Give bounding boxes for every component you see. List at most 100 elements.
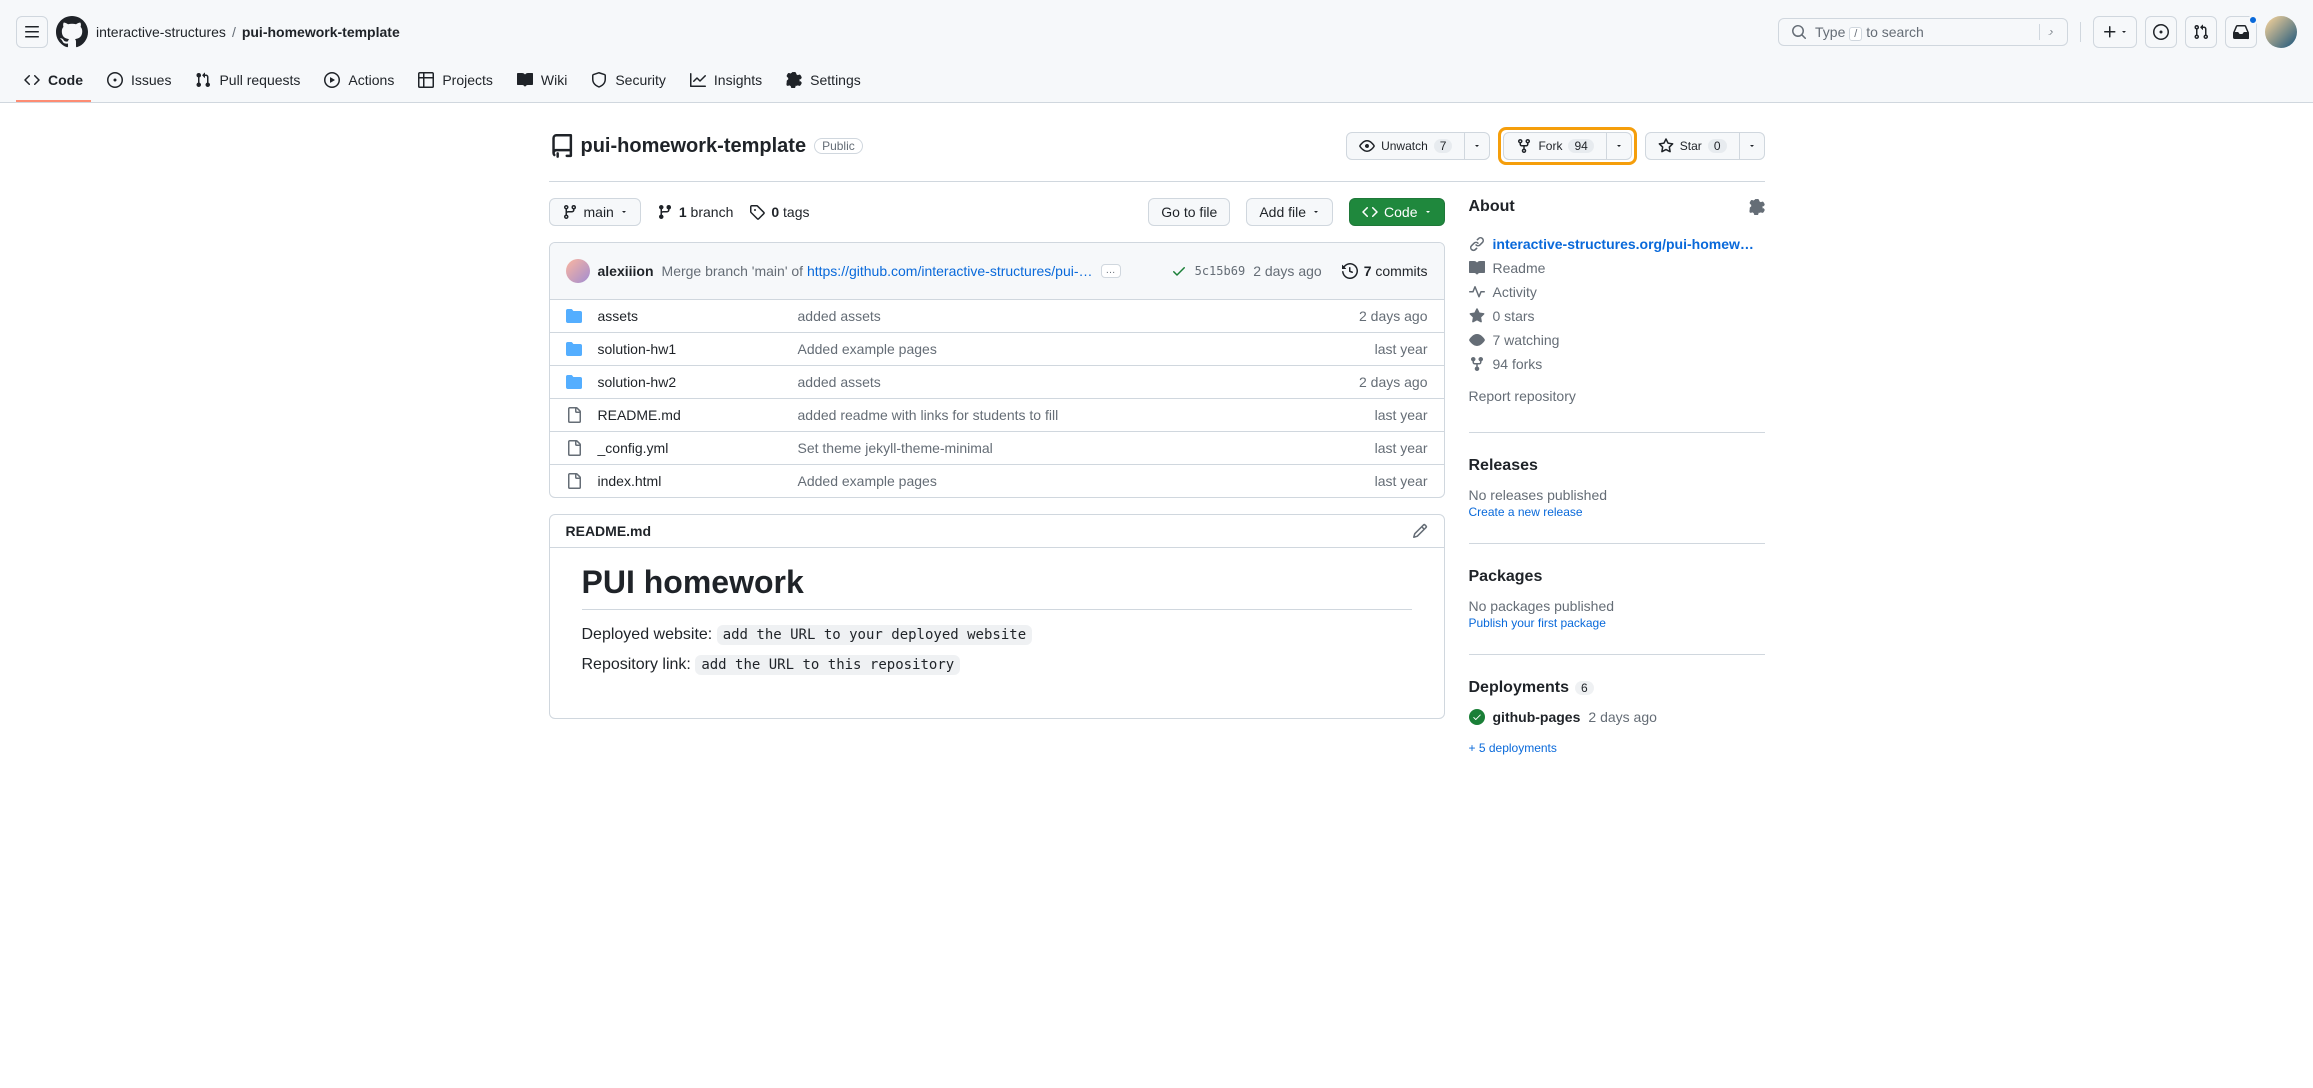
branch-select[interactable]: main [549,198,641,226]
pulse-icon [1469,284,1485,300]
tags-link[interactable]: 0 tags [749,204,809,220]
commits-link[interactable]: 7 commits [1342,263,1428,279]
about-readme[interactable]: Readme [1469,256,1765,280]
pull-request-icon [195,72,211,88]
tab-projects[interactable]: Projects [410,64,501,102]
file-name[interactable]: index.html [598,473,798,489]
file-commit-message[interactable]: added assets [798,374,1360,390]
about-forks[interactable]: 94 forks [1469,352,1765,376]
report-repository[interactable]: Report repository [1469,384,1765,408]
fork-button-group: Fork 94 [1503,132,1631,160]
tag-icon [749,204,765,220]
file-commit-message[interactable]: Added example pages [798,473,1375,489]
file-name[interactable]: _config.yml [598,440,798,456]
readme-box: README.md PUI homework Deployed website:… [549,514,1445,719]
packages-title[interactable]: Packages [1469,568,1765,586]
repo-tabs: Code Issues Pull requests Actions Projec… [0,64,2313,102]
file-time: 2 days ago [1359,308,1428,324]
file-row: index.htmlAdded example pageslast year [550,465,1444,497]
file-name[interactable]: README.md [598,407,798,423]
unwatch-button[interactable]: Unwatch 7 [1346,132,1465,160]
deployments-title[interactable]: Deployments6 [1469,679,1765,697]
branches-link[interactable]: 1 branch [657,204,734,220]
more-deployments-link[interactable]: + 5 deployments [1469,741,1765,755]
file-commit-message[interactable]: added assets [798,308,1360,324]
about-watching[interactable]: 7 watching [1469,328,1765,352]
create-new-button[interactable] [2093,16,2137,48]
tab-wiki[interactable]: Wiki [509,64,575,102]
command-palette-icon[interactable] [2039,24,2055,40]
file-name[interactable]: solution-hw1 [598,341,798,357]
tab-insights[interactable]: Insights [682,64,770,102]
create-release-link[interactable]: Create a new release [1469,505,1583,519]
folder-icon [566,308,582,324]
tab-pull-requests[interactable]: Pull requests [187,64,308,102]
eye-icon [1359,138,1375,154]
watch-button-group: Unwatch 7 [1346,132,1490,160]
tab-security[interactable]: Security [583,64,674,102]
book-icon [517,72,533,88]
file-commit-message[interactable]: added readme with links for students to … [798,407,1375,423]
hamburger-menu[interactable] [16,16,48,48]
file-browser: alexiiion Merge branch 'main' of https:/… [549,242,1445,498]
goto-file-button[interactable]: Go to file [1148,198,1230,226]
file-commit-message[interactable]: Set theme jekyll-theme-minimal [798,440,1375,456]
file-name[interactable]: solution-hw2 [598,374,798,390]
tab-code[interactable]: Code [16,64,91,102]
tab-settings[interactable]: Settings [778,64,869,102]
fork-button[interactable]: Fork 94 [1503,132,1606,160]
about-url[interactable]: interactive-structures.org/pui-homew… [1469,232,1765,256]
gear-icon[interactable] [1749,199,1765,215]
fork-caret[interactable] [1607,132,1632,160]
folder-icon [566,341,582,357]
about-activity[interactable]: Activity [1469,280,1765,304]
check-icon[interactable] [1171,263,1187,279]
user-avatar[interactable] [2265,16,2297,48]
commit-hash[interactable]: 5c15b69 [1195,264,1246,278]
commit-expand-button[interactable]: … [1101,264,1121,278]
github-logo[interactable] [56,16,88,48]
commit-message[interactable]: Merge branch 'main' of https://github.co… [662,263,1093,279]
chevron-down-icon [1748,142,1756,150]
publish-package-link[interactable]: Publish your first package [1469,616,1606,630]
play-icon [324,72,340,88]
issues-button[interactable] [2145,16,2177,48]
link-icon [1469,236,1485,252]
issue-icon [107,72,123,88]
pencil-icon[interactable] [1412,523,1428,539]
issue-icon [2153,24,2169,40]
star-icon [1658,138,1674,154]
pull-requests-button[interactable] [2185,16,2217,48]
readme-deployed-line: Deployed website: add the URL to your de… [582,626,1412,644]
plus-icon [2102,24,2118,40]
shield-icon [591,72,607,88]
code-button[interactable]: Code [1349,198,1444,226]
star-button[interactable]: Star 0 [1645,132,1740,160]
file-name[interactable]: assets [598,308,798,324]
add-file-button[interactable]: Add file [1246,198,1333,226]
breadcrumb-owner[interactable]: interactive-structures [96,24,226,40]
history-icon [1342,263,1358,279]
deployment-row[interactable]: github-pages 2 days ago [1469,709,1765,725]
file-icon [566,473,582,489]
folder-icon [566,374,582,390]
notifications-button[interactable] [2225,16,2257,48]
tab-issues[interactable]: Issues [99,64,179,102]
graph-icon [690,72,706,88]
releases-title[interactable]: Releases [1469,457,1765,475]
file-row: solution-hw2added assets2 days ago [550,366,1444,399]
readme-filename[interactable]: README.md [566,523,652,539]
about-stars[interactable]: 0 stars [1469,304,1765,328]
unwatch-caret[interactable] [1465,132,1490,160]
file-row: README.mdadded readme with links for stu… [550,399,1444,432]
commit-author[interactable]: alexiiion [598,263,654,279]
breadcrumb-repo[interactable]: pui-homework-template [242,24,400,40]
code-icon [1362,204,1378,220]
file-icon [566,407,582,423]
search-input[interactable]: Type / to search [1778,18,2068,46]
tab-actions[interactable]: Actions [316,64,402,102]
commit-author-avatar[interactable] [566,259,590,283]
file-commit-message[interactable]: Added example pages [798,341,1375,357]
fork-icon [1469,356,1485,372]
star-caret[interactable] [1740,132,1765,160]
